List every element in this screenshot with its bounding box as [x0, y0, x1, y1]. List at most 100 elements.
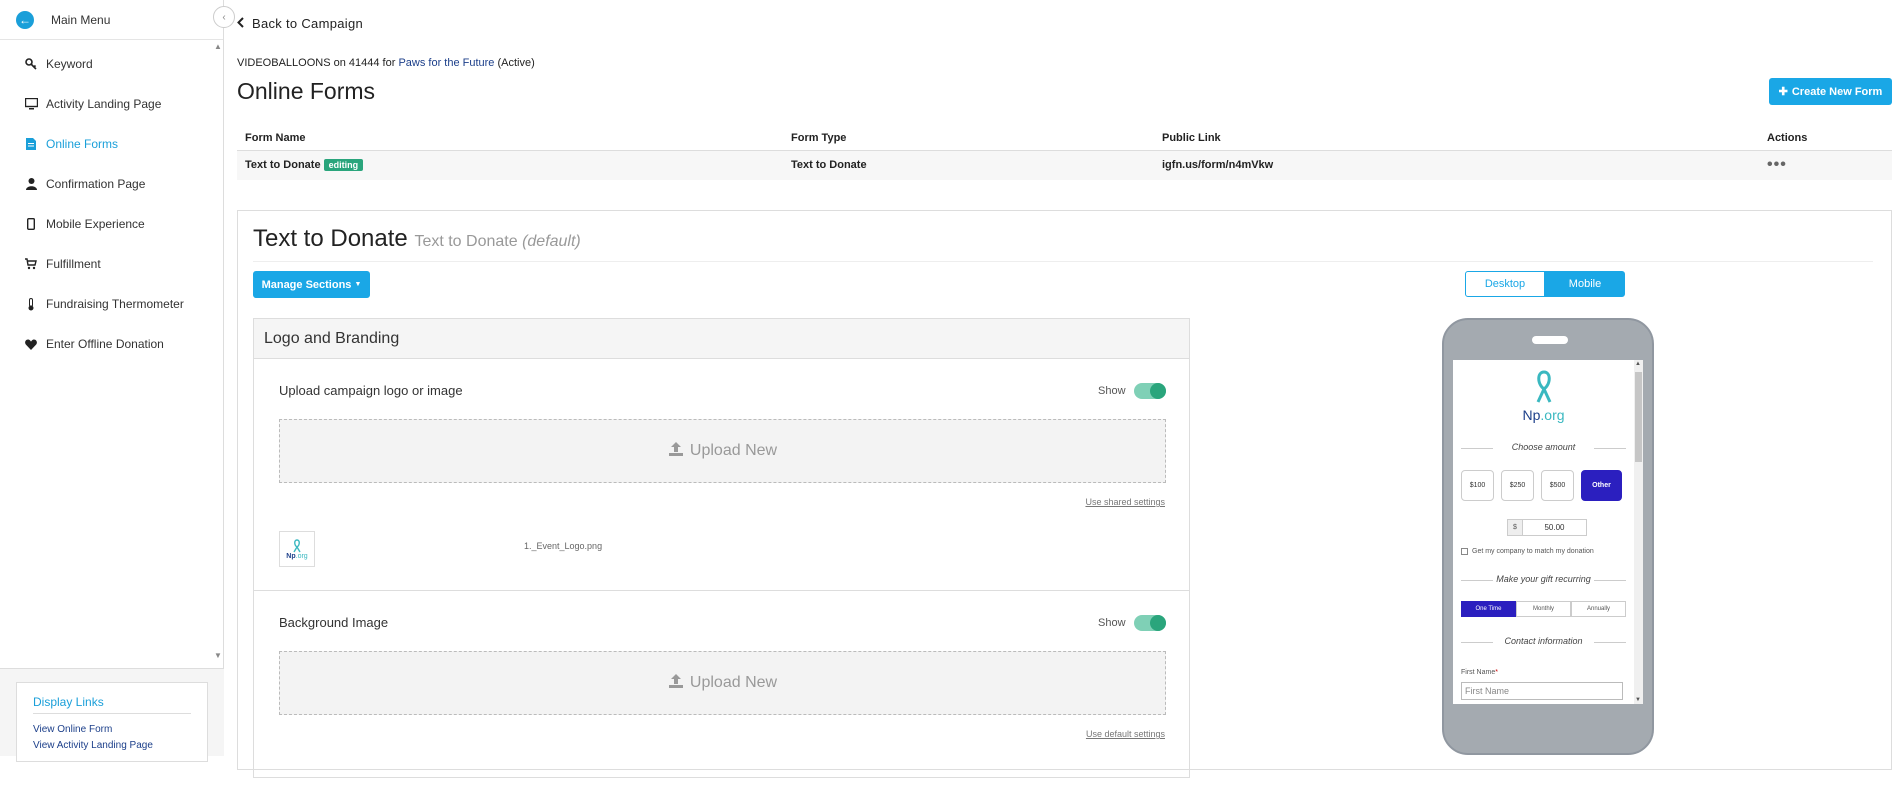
recurring-option-selected[interactable]: One Time [1461, 601, 1516, 617]
amount-option[interactable]: $100 [1461, 470, 1494, 501]
logo-show-toggle[interactable]: Show [1098, 383, 1166, 399]
view-online-form-link[interactable]: View Online Form [33, 722, 191, 738]
toggle-switch[interactable] [1133, 615, 1166, 631]
toggle-switch[interactable] [1133, 383, 1166, 399]
first-name-label: First Name* [1461, 669, 1498, 676]
ribbon-icon [293, 538, 301, 552]
sidebar-item-online-forms[interactable]: Online Forms [0, 124, 223, 164]
editor-title-main: Text to Donate [253, 225, 408, 252]
cart-icon [24, 257, 38, 271]
create-new-form-button[interactable]: ✚ Create New Form [1769, 78, 1892, 105]
amount-option[interactable]: $250 [1501, 470, 1534, 501]
column-header-actions: Actions [1759, 126, 1892, 151]
back-to-campaign-link[interactable]: Back to Campaign [237, 16, 363, 31]
thermometer-icon [24, 297, 38, 311]
more-actions-icon[interactable]: ••• [1767, 156, 1787, 173]
sidebar-item-fundraising-thermometer[interactable]: Fundraising Thermometer [0, 284, 223, 324]
document-icon [24, 137, 38, 151]
checkbox[interactable] [1461, 548, 1468, 555]
page-title: Online Forms [237, 78, 376, 104]
divider [253, 261, 1873, 262]
manage-sections-button[interactable]: Manage Sections ▼ [253, 271, 370, 298]
table-row[interactable]: Text to Donate editing Text to Donate igf… [237, 150, 1892, 180]
amount-options: $100 $250 $500 Other [1461, 470, 1622, 501]
key-icon [24, 57, 38, 71]
mobile-view-button[interactable]: Mobile [1545, 271, 1625, 297]
amount-option-selected[interactable]: Other [1581, 470, 1622, 501]
sidebar-item-fulfillment[interactable]: Fulfillment [0, 244, 223, 284]
scroll-down-icon[interactable]: ▼ [1635, 697, 1641, 703]
form-name-cell: Text to Donate editing [237, 150, 783, 180]
recurring-option[interactable]: Monthly [1516, 601, 1571, 617]
mobile-preview-phone: Np.org Choose amount $100 $250 $500 Othe… [1442, 318, 1654, 755]
background-setting-label: Background Image [279, 615, 389, 630]
amount-input[interactable]: $ 50.00 [1507, 519, 1587, 536]
match-label: Get my company to match my donation [1472, 548, 1594, 555]
mobile-icon [24, 217, 38, 231]
show-label: Show [1098, 617, 1126, 629]
sidebar-item-activity-landing-page[interactable]: Activity Landing Page [0, 84, 223, 124]
column-header-form-type: Form Type [783, 126, 1154, 151]
caret-down-icon: ▼ [354, 281, 362, 288]
recurring-option[interactable]: Annually [1571, 601, 1626, 617]
sidebar-item-mobile-experience[interactable]: Mobile Experience [0, 204, 223, 244]
editor-subtitle: Text to Donate (default) [414, 233, 581, 250]
sidebar-item-label: Enter Offline Donation [46, 337, 164, 351]
form-type-cell: Text to Donate [783, 150, 1154, 180]
public-link[interactable]: igfn.us/form/n4mVkw [1154, 150, 1759, 180]
user-icon [24, 177, 38, 191]
logo-filename: 1._Event_Logo.png [524, 541, 603, 551]
form-name: Text to Donate [245, 159, 321, 172]
manage-sections-label: Manage Sections [261, 278, 352, 291]
crumb-campaign[interactable]: Paws for the Future [398, 57, 494, 69]
phone-speaker [1532, 336, 1568, 344]
view-activity-landing-page-link[interactable]: View Activity Landing Page [33, 738, 191, 754]
campaign-breadcrumb: VIDEOBALLOONS on 41444 for Paws for the … [237, 57, 535, 69]
sidebar-item-label: Fundraising Thermometer [46, 297, 184, 311]
back-label: Back to Campaign [252, 16, 364, 31]
form-editor-panel: Text to Donate Text to Donate (default) … [237, 210, 1892, 778]
main-content: Back to Campaign VIDEOBALLOONS on 41444 … [237, 0, 1900, 778]
back-arrow-icon[interactable]: ← [16, 10, 34, 29]
sidebar-item-label: Confirmation Page [46, 177, 146, 191]
background-upload-dropzone[interactable]: Upload New [279, 651, 1166, 715]
collapse-sidebar-icon[interactable]: ‹ [213, 6, 235, 28]
background-show-toggle[interactable]: Show [1098, 615, 1166, 631]
preview-logo-text: Np.org [1522, 407, 1565, 423]
create-label: Create New Form [1791, 85, 1883, 98]
actions-cell: ••• [1759, 150, 1892, 180]
amount-value[interactable]: 50.00 [1523, 519, 1587, 536]
use-shared-settings-link[interactable]: Use shared settings [1085, 497, 1165, 507]
sidebar-item-label: Activity Landing Page [46, 97, 162, 111]
use-default-settings-link[interactable]: Use default settings [1086, 729, 1165, 739]
amount-option[interactable]: $500 [1541, 470, 1574, 501]
choose-amount-heading: Choose amount [1461, 442, 1626, 452]
scroll-thumb[interactable] [1635, 372, 1642, 462]
scroll-up-icon[interactable]: ▲ [1635, 361, 1641, 367]
desktop-view-button[interactable]: Desktop [1465, 271, 1545, 297]
plus-icon: ✚ [1778, 86, 1788, 98]
sidebar-item-keyword[interactable]: Keyword [0, 44, 223, 84]
contact-heading: Contact information [1461, 636, 1626, 646]
sidebar-nav: Keyword Activity Landing Page Online For… [0, 40, 223, 364]
logo-upload-dropzone[interactable]: Upload New [279, 419, 1166, 483]
sidebar-item-enter-offline-donation[interactable]: Enter Offline Donation [0, 324, 223, 364]
logo-thumbnail: Np.org [279, 531, 315, 567]
scroll-down-icon[interactable]: ▼ [214, 651, 222, 660]
upload-icon [668, 673, 684, 693]
sidebar-scrollbar[interactable]: ▲ ▼ [212, 40, 224, 660]
editor-title: Text to Donate Text to Donate (default) [253, 225, 581, 253]
sidebar-item-label: Keyword [46, 57, 93, 71]
sidebar-item-confirmation-page[interactable]: Confirmation Page [0, 164, 223, 204]
mobile-preview-screen: Np.org Choose amount $100 $250 $500 Othe… [1453, 360, 1643, 704]
scroll-up-icon[interactable]: ▲ [214, 42, 222, 51]
sidebar-title: Main Menu [51, 12, 111, 27]
first-name-input[interactable]: First Name [1461, 682, 1623, 700]
column-header-form-name: Form Name [237, 126, 783, 151]
preview-scrollbar[interactable]: ▲ ▼ [1634, 360, 1643, 704]
currency-symbol: $ [1507, 519, 1523, 536]
company-match-checkbox[interactable]: Get my company to match my donation [1461, 548, 1594, 555]
sidebar-item-label: Online Forms [46, 137, 119, 151]
forms-table: Form Name Form Type Public Link Actions … [237, 126, 1892, 180]
sidebar: ← Main Menu Keyword Activity Landing Pag… [0, 0, 224, 762]
